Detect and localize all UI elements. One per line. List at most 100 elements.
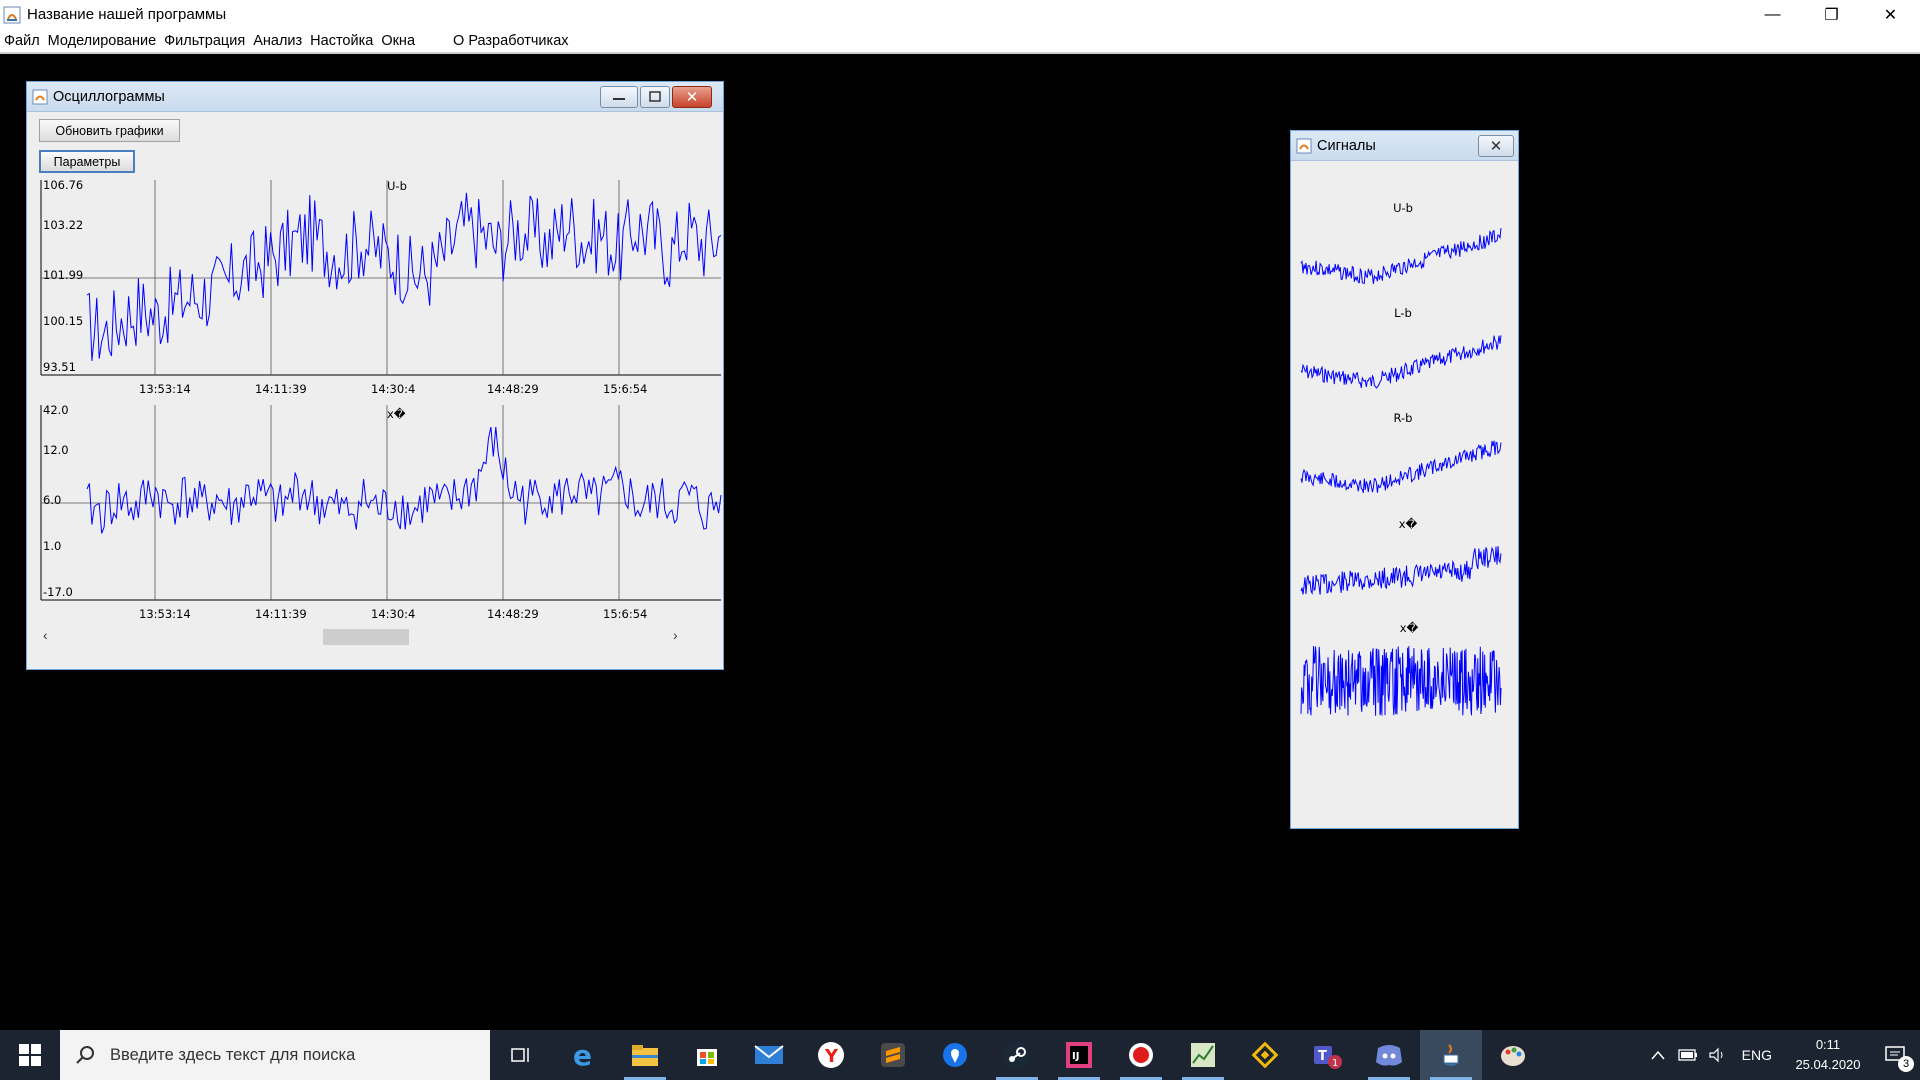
scroll-right-arrow[interactable]: › <box>673 627 678 643</box>
chart-app-icon[interactable] <box>1172 1030 1234 1080</box>
signals-window: Сигналы ✕ U-b L-b R-b x� x� <box>1290 130 1519 829</box>
sublime-text-icon[interactable] <box>862 1030 924 1080</box>
menu-windows[interactable]: Окна <box>377 33 419 49</box>
file-explorer-icon[interactable] <box>614 1030 676 1080</box>
teams-icon[interactable]: T1 <box>1296 1030 1358 1080</box>
chart-ub-xtick: 15:6:54 <box>603 382 647 396</box>
chart-ub-ytick: 106.76 <box>43 180 83 192</box>
chart-x-xtick: 14:11:39 <box>255 607 307 621</box>
clock[interactable]: 0:11 25.04.2020 <box>1786 1035 1870 1075</box>
recorder-icon[interactable] <box>1110 1030 1172 1080</box>
java-frame-icon <box>32 89 48 105</box>
chart-ub-xtick: 14:30:4 <box>371 382 415 396</box>
chart-x-xtick: 13:53:14 <box>139 607 191 621</box>
chart-ub-xtick: 13:53:14 <box>139 382 191 396</box>
yandex-browser-icon[interactable]: Y <box>800 1030 862 1080</box>
svg-text:T: T <box>1318 1049 1327 1064</box>
thumb-x1 <box>1300 546 1502 595</box>
thumb-rb <box>1300 440 1502 493</box>
thumb-lb <box>1300 335 1502 389</box>
signals-titlebar[interactable]: Сигналы ✕ <box>1291 131 1518 161</box>
java-taskbar-icon[interactable] <box>1420 1030 1482 1080</box>
taskbar-search[interactable]: Введите здесь текст для поиска <box>60 1030 490 1080</box>
thumb-ub <box>1300 228 1502 285</box>
chart-x-title: x� <box>387 407 406 421</box>
horizontal-scrollbar[interactable]: ‹ › <box>41 626 709 645</box>
discord-icon[interactable] <box>1358 1030 1420 1080</box>
chart-ub-xtick: 14:11:39 <box>255 382 307 396</box>
scroll-left-arrow[interactable]: ‹ <box>43 627 48 643</box>
taskbar: Введите здесь текст для поиска e Y IJ T … <box>0 1030 1920 1080</box>
signals-close-button[interactable]: ✕ <box>1478 135 1514 157</box>
signal-label-ub: U-b <box>1393 201 1413 215</box>
chart-ub-ytick: 103.22 <box>43 218 83 232</box>
svg-text:Y: Y <box>824 1046 839 1067</box>
window-controls: — ❐ ✕ <box>1743 0 1920 29</box>
thumb-x2 <box>1300 645 1502 716</box>
store-icon[interactable] <box>676 1030 738 1080</box>
oscillograms-window: Осциллограммы ✕ Обновить графики Парамет… <box>26 81 724 670</box>
chart-ub-xtick: 14:48:29 <box>487 382 539 396</box>
signal-label-x2: x� <box>1400 621 1419 635</box>
search-placeholder: Введите здесь текст для поиска <box>110 1045 356 1064</box>
java-app-icon <box>3 6 21 24</box>
menu-modeling[interactable]: Моделирование <box>44 33 161 49</box>
signal-thumbnails: U-b L-b R-b x� x� <box>1300 201 1502 716</box>
signal-label-x1: x� <box>1399 517 1418 531</box>
chart-ub-ytick: 93.51 <box>43 360 76 374</box>
signal-thumbnail-traces <box>1300 228 1502 716</box>
battery-icon[interactable] <box>1678 1048 1698 1062</box>
chart-x-xtick: 14:30:4 <box>371 607 415 621</box>
intellij-icon[interactable]: IJ <box>1048 1030 1110 1080</box>
chart-x-ytick: 12.0 <box>43 443 69 457</box>
paint-icon[interactable] <box>1482 1030 1544 1080</box>
svg-text:e: e <box>573 1041 592 1069</box>
chart-x-ytick: 1.0 <box>43 539 61 553</box>
steam-icon[interactable] <box>986 1030 1048 1080</box>
java-frame-icon <box>1296 138 1312 154</box>
chart-x-ytick: 6.0 <box>43 493 61 507</box>
chevron-up-icon[interactable] <box>1650 1049 1666 1061</box>
teams-badge: 1 <box>1332 1058 1338 1069</box>
chart-x-ytick: 42.0 <box>43 403 69 417</box>
edge-icon[interactable]: e <box>552 1030 614 1080</box>
app-titlebar: Название нашей программы — ❐ ✕ <box>0 0 1920 29</box>
clock-time: 0:11 <box>1815 1037 1841 1052</box>
oscillograms-title: Осциллограммы <box>53 88 165 105</box>
task-view-icon[interactable] <box>490 1030 552 1080</box>
menu-about[interactable]: О Разработчиках <box>449 33 573 49</box>
clock-date: 25.04.2020 <box>1795 1057 1861 1072</box>
start-button[interactable] <box>0 1030 60 1080</box>
search-icon <box>76 1046 94 1064</box>
chart-ub-ytick: 101.99 <box>43 268 83 282</box>
menu-filtering[interactable]: Фильтрация <box>160 33 249 49</box>
close-button[interactable]: ✕ <box>1861 0 1920 29</box>
frame-close-button[interactable]: ✕ <box>672 86 712 108</box>
notifications-button[interactable]: 3 <box>1870 1030 1920 1080</box>
refresh-graphs-button[interactable]: Обновить графики <box>39 119 180 142</box>
chart-x-ytick: -17.0 <box>43 585 73 599</box>
menu-analysis[interactable]: Анализ <box>249 33 306 49</box>
parameters-button[interactable]: Параметры <box>39 150 135 173</box>
menu-settings[interactable]: Настойка <box>306 33 377 49</box>
oscillograms-titlebar[interactable]: Осциллограммы ✕ <box>27 82 723 112</box>
chart-x: 42.0 12.0 6.0 1.0 -17.0 x� 13:53:14 14:1… <box>40 403 722 621</box>
frame-maximize-button[interactable] <box>640 86 670 108</box>
mail-icon[interactable] <box>738 1030 800 1080</box>
scroll-thumb[interactable] <box>323 629 409 645</box>
signal-label-lb: L-b <box>1394 306 1412 320</box>
chart-ub-title: U-b <box>387 180 407 193</box>
menu-bar: Файл Моделирование Фильтрация Анализ Нас… <box>0 29 1920 54</box>
maximize-button[interactable]: ❐ <box>1802 0 1861 29</box>
menu-file[interactable]: Файл <box>0 33 44 49</box>
volume-icon[interactable] <box>1708 1047 1728 1063</box>
language-indicator[interactable]: ENG <box>1742 1047 1772 1063</box>
frame-minimize-button[interactable] <box>600 86 638 108</box>
minimize-button[interactable]: — <box>1743 0 1802 29</box>
binance-icon[interactable] <box>1234 1030 1296 1080</box>
chart-x-xtick: 15:6:54 <box>603 607 647 621</box>
signal-label-rb: R-b <box>1394 411 1413 425</box>
chart-x-xtick: 14:48:29 <box>487 607 539 621</box>
chart-ub: 106.76 103.22 101.99 100.15 93.51 U-b 13… <box>40 180 722 396</box>
maps-icon[interactable] <box>924 1030 986 1080</box>
